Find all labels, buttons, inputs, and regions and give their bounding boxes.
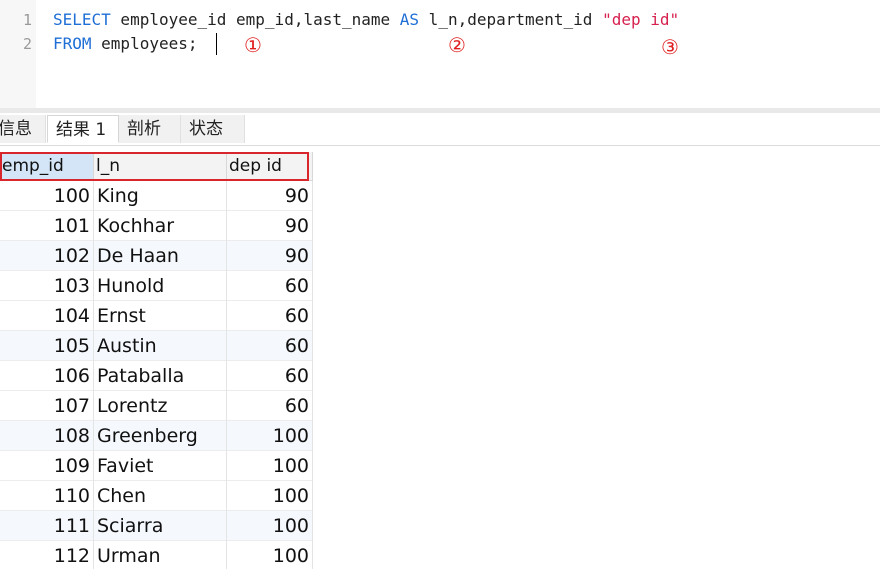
cell-dep-id[interactable]: 60 [227,331,313,361]
cell-l-n[interactable]: Faviet [94,451,227,481]
cell-dep-id[interactable]: 100 [227,451,313,481]
cell-emp-id[interactable]: 109 [0,451,94,481]
cell-emp-id[interactable]: 107 [0,391,94,421]
column-header-dep-id[interactable]: dep id [227,152,313,180]
cell-dep-id[interactable]: 90 [227,241,313,271]
cell-l-n[interactable]: Hunold [94,271,227,301]
table-row[interactable]: 103 Hunold 60 [0,271,313,301]
code-text: employee_id emp_id,last_name [110,10,400,29]
tab-profile[interactable]: 剖析 [119,115,181,143]
sql-editor[interactable]: 1 2 SELECT employee_id emp_id,last_name … [0,0,880,108]
table-row[interactable]: 111 Sciarra 100 [0,511,313,541]
table-row[interactable]: 107 Lorentz 60 [0,391,313,421]
cell-dep-id[interactable]: 100 [227,541,313,569]
line-number-gutter: 1 2 [0,0,36,108]
code-line-1[interactable]: SELECT employee_id emp_id,last_name AS l… [53,9,679,31]
cell-l-n[interactable]: Kochhar [94,211,227,241]
annotation-marker-2: ② [448,33,466,57]
cell-emp-id[interactable]: 102 [0,241,94,271]
annotation-marker-1: ① [244,33,262,57]
cell-l-n[interactable]: Lorentz [94,391,227,421]
cell-emp-id[interactable]: 110 [0,481,94,511]
cell-dep-id[interactable]: 100 [227,421,313,451]
cell-l-n[interactable]: Austin [94,331,227,361]
cell-emp-id[interactable]: 105 [0,331,94,361]
cell-l-n[interactable]: Pataballa [94,361,227,391]
cell-l-n[interactable]: Chen [94,481,227,511]
cell-l-n[interactable]: King [94,181,227,211]
table-row[interactable]: 108 Greenberg 100 [0,421,313,451]
grid-header-row: emp_id l_n dep id [0,152,313,181]
column-header-l-n[interactable]: l_n [94,152,227,180]
keyword-select: SELECT [53,10,111,29]
table-row[interactable]: 100 King 90 [0,181,313,211]
table-row[interactable]: 105 Austin 60 [0,331,313,361]
column-header-emp-id[interactable]: emp_id [0,152,94,180]
cell-emp-id[interactable]: 100 [0,181,94,211]
cell-l-n[interactable]: De Haan [94,241,227,271]
cell-dep-id[interactable]: 60 [227,301,313,331]
line-number-1: 1 [22,11,32,29]
code-text: employees; [91,34,198,53]
text-caret [216,33,217,55]
table-row[interactable]: 109 Faviet 100 [0,451,313,481]
cell-l-n[interactable]: Greenberg [94,421,227,451]
line-number-2: 2 [22,35,32,53]
app-window: 1 2 SELECT employee_id emp_id,last_name … [0,0,880,569]
code-line-2[interactable]: FROM employees; [53,33,198,55]
cell-dep-id[interactable]: 60 [227,361,313,391]
cell-emp-id[interactable]: 101 [0,211,94,241]
cell-dep-id[interactable]: 100 [227,481,313,511]
cell-emp-id[interactable]: 111 [0,511,94,541]
cell-dep-id[interactable]: 60 [227,391,313,421]
tab-message[interactable]: 信息 [0,115,46,143]
annotation-marker-3: ③ [661,35,679,59]
table-row[interactable]: 104 Ernst 60 [0,301,313,331]
table-row[interactable]: 106 Pataballa 60 [0,361,313,391]
cell-emp-id[interactable]: 112 [0,541,94,569]
cell-dep-id[interactable]: 100 [227,511,313,541]
cell-emp-id[interactable]: 104 [0,301,94,331]
keyword-from: FROM [53,34,92,53]
string-literal: "dep id" [602,10,680,29]
cell-dep-id[interactable]: 60 [227,271,313,301]
cell-dep-id[interactable]: 90 [227,211,313,241]
cell-emp-id[interactable]: 103 [0,271,94,301]
table-row[interactable]: 102 De Haan 90 [0,241,313,271]
cell-l-n[interactable]: Sciarra [94,511,227,541]
cell-l-n[interactable]: Urman [94,541,227,569]
table-row[interactable]: 110 Chen 100 [0,481,313,511]
table-row[interactable]: 112 Urman 100 [0,541,313,569]
result-tab-bar: 信息 结果 1 剖析 状态 [0,113,880,146]
tab-status[interactable]: 状态 [181,115,245,143]
table-row[interactable]: 101 Kochhar 90 [0,211,313,241]
cell-dep-id[interactable]: 90 [227,181,313,211]
cell-emp-id[interactable]: 106 [0,361,94,391]
keyword-as: AS [399,10,420,29]
tab-result-1[interactable]: 结果 1 [47,115,119,143]
cell-l-n[interactable]: Ernst [94,301,227,331]
code-text: l_n,department_id [419,10,603,29]
cell-emp-id[interactable]: 108 [0,421,94,451]
